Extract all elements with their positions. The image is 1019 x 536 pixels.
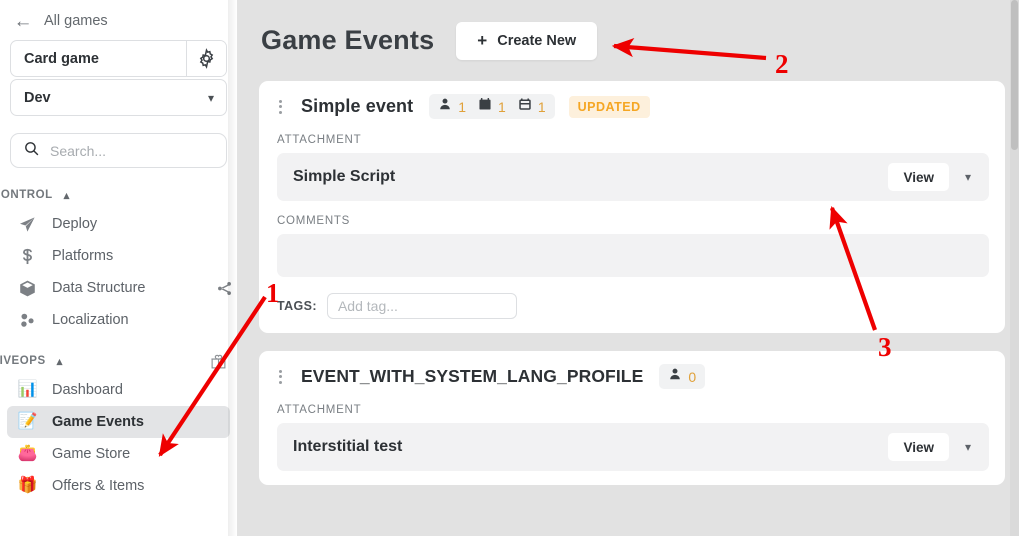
event-badges: 0	[659, 364, 706, 389]
create-new-label: Create New	[497, 32, 577, 49]
sidebar-item-game-events[interactable]: 📝 Game Events	[7, 406, 230, 438]
sidebar-item-label: Dashboard	[52, 382, 123, 398]
notepad-emoji-icon: 📝	[17, 413, 38, 430]
event-card-event-with-system-lang-profile: EVENT_WITH_SYSTEM_LANG_PROFILE 0 ATTACHM…	[259, 351, 1005, 485]
person-icon	[668, 367, 682, 386]
sidebar-item-offers-and-items[interactable]: 🎁 Offers & Items	[7, 470, 230, 502]
badge-participants: 1	[438, 97, 466, 116]
localization-icon	[17, 310, 38, 331]
event-title: Simple event	[301, 96, 414, 116]
sidebar-section-control: CONTROL ▴ Deploy Platforms	[0, 182, 237, 336]
event-card-body: ATTACHMENT Simple Script View ▾ COMMENTS…	[259, 134, 1005, 333]
section-title-liveops: LIVEOPS	[0, 355, 46, 367]
attachment-row-interstitial-test[interactable]: Interstitial test View ▾	[277, 423, 989, 471]
environment-name: Dev	[24, 89, 51, 106]
badge-occurrence: 1	[518, 97, 546, 116]
attachment-label: ATTACHMENT	[277, 404, 362, 416]
main-content: Game Events + Create New Simple event 1 …	[237, 0, 1019, 536]
dollar-icon	[17, 246, 38, 267]
sidebar-item-label: Deploy	[52, 216, 98, 232]
game-selector[interactable]: Card game	[10, 40, 227, 77]
badge-participants: 0	[668, 367, 696, 386]
sidebar-item-label: Offers & Items	[52, 478, 145, 494]
add-tag-input[interactable]	[326, 293, 517, 319]
attachment-name: Simple Script	[293, 168, 396, 185]
bar-chart-emoji-icon: 📊	[17, 381, 38, 398]
calendar-solid-icon	[478, 97, 492, 116]
kebab-menu-icon[interactable]	[273, 98, 287, 116]
sidebar-item-label: Game Store	[52, 446, 131, 462]
sidebar-section-liveops: LIVEOPS ▴ 📊 Dashboard 📝 Game Events 👛	[0, 348, 237, 502]
sidebar-item-label: Platforms	[52, 248, 114, 264]
sidebar-item-label: Game Events	[52, 414, 144, 430]
search-box[interactable]	[10, 133, 231, 168]
cube-icon	[17, 278, 38, 299]
view-button[interactable]: View	[888, 163, 949, 191]
main-scrollbar[interactable]	[1010, 0, 1019, 536]
section-header-liveops[interactable]: LIVEOPS ▴	[0, 348, 237, 374]
badge-count: 0	[688, 368, 697, 385]
event-card-header: EVENT_WITH_SYSTEM_LANG_PROFILE 0	[259, 351, 1005, 402]
section-title-control: CONTROL	[0, 189, 53, 201]
event-card-simple-event: Simple event 1 1 1 UPDATED ATTACHMENT Si…	[259, 81, 1005, 333]
section-header-control[interactable]: CONTROL ▴	[0, 182, 237, 208]
chevron-up-icon: ▴	[63, 189, 70, 202]
attachment-name: Interstitial test	[293, 438, 403, 455]
event-card-header: Simple event 1 1 1 UPDATED	[259, 81, 1005, 132]
chevron-down-icon[interactable]: ▾	[959, 440, 977, 454]
event-badges: 1 1 1	[429, 94, 555, 119]
gift-emoji-icon: 🎁	[17, 477, 38, 494]
comments-label: COMMENTS	[277, 215, 351, 227]
sidebar-item-label: Data Structure	[52, 280, 146, 296]
create-new-button[interactable]: + Create New	[456, 21, 598, 60]
calendar-open-icon	[518, 97, 532, 116]
badge-count: 1	[498, 98, 506, 115]
tags-row: TAGS:	[277, 293, 989, 319]
paper-plane-icon	[17, 214, 38, 235]
sidebar-item-platforms[interactable]: Platforms	[7, 240, 230, 272]
chevron-down-icon: ▾	[207, 90, 214, 105]
share-icon[interactable]	[214, 278, 234, 298]
badge-count: 1	[458, 98, 467, 115]
game-name: Card game	[24, 50, 99, 67]
attachment-label: ATTACHMENT	[277, 134, 362, 146]
sidebar-item-localization[interactable]: Localization	[7, 304, 230, 336]
tags-label: TAGS:	[277, 299, 317, 313]
sidebar-item-data-structure[interactable]: Data Structure	[7, 272, 231, 304]
back-to-all-games[interactable]: ← All games	[10, 10, 227, 40]
plus-icon: +	[477, 31, 488, 50]
search-icon	[23, 140, 40, 162]
badge-schedule: 1	[478, 97, 506, 116]
page-header: Game Events + Create New	[237, 0, 1019, 81]
back-label: All games	[44, 13, 108, 29]
search-input[interactable]	[50, 142, 231, 159]
gear-icon[interactable]	[186, 41, 226, 76]
shopping-bags-emoji-icon: 👛	[17, 445, 38, 462]
back-arrow-icon: ←	[13, 10, 33, 32]
person-icon	[438, 97, 452, 116]
sidebar: ← All games Card game Dev ▾ Search... ON…	[0, 0, 237, 536]
event-title: EVENT_WITH_SYSTEM_LANG_PROFILE	[301, 366, 644, 386]
scrollbar-thumb[interactable]	[1011, 0, 1018, 150]
sidebar-item-game-store[interactable]: 👛 Game Store	[7, 438, 230, 470]
view-button[interactable]: View	[888, 433, 949, 461]
status-badge: UPDATED	[568, 95, 650, 118]
chevron-up-icon: ▴	[56, 355, 63, 368]
chevron-down-icon[interactable]: ▾	[959, 170, 977, 184]
attachment-row-simple-script[interactable]: Simple Script View ▾	[277, 153, 989, 201]
gift-outline-icon[interactable]	[208, 351, 228, 371]
event-card-body: ATTACHMENT Interstitial test View ▾	[259, 404, 1005, 485]
comments-field[interactable]	[277, 234, 989, 277]
environment-selector[interactable]: Dev ▾	[10, 79, 227, 116]
badge-count: 1	[537, 98, 546, 115]
page-title: Game Events	[261, 25, 435, 55]
sidebar-item-label: Localization	[52, 312, 129, 328]
kebab-menu-icon[interactable]	[273, 368, 287, 386]
event-list: Simple event 1 1 1 UPDATED ATTACHMENT Si…	[237, 81, 1019, 485]
sidebar-item-dashboard[interactable]: 📊 Dashboard	[7, 374, 230, 406]
sidebar-item-deploy[interactable]: Deploy	[7, 208, 230, 240]
app-root: ← All games Card game Dev ▾ Search... ON…	[0, 0, 1019, 536]
